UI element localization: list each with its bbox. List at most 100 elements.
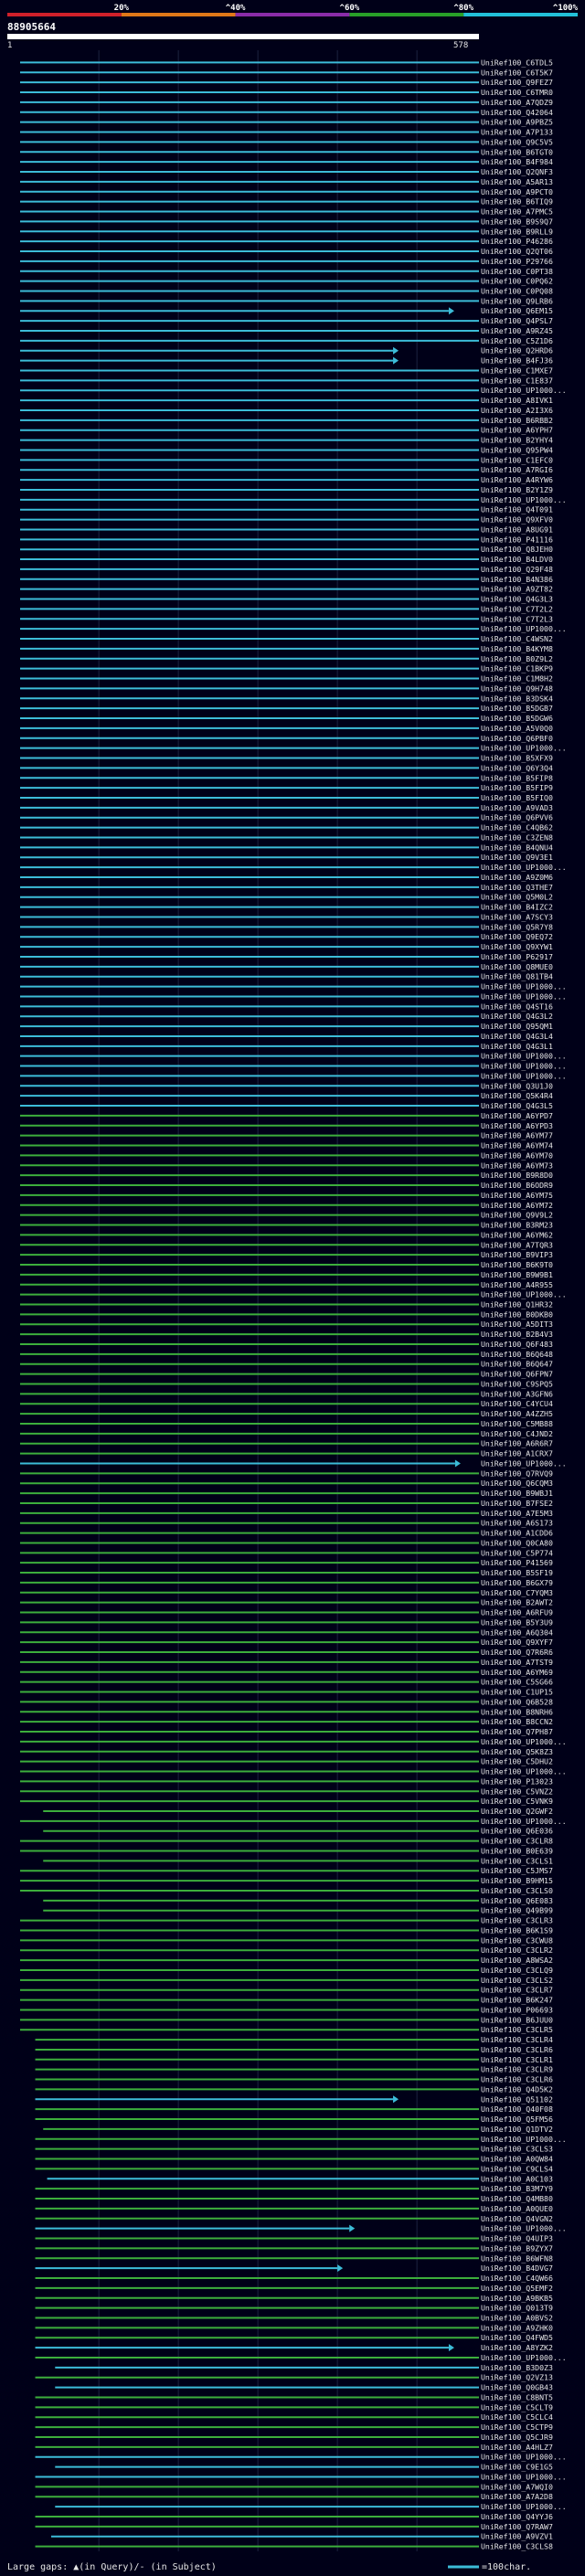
- hit-label[interactable]: UniRef100_C1E837: [481, 376, 553, 385]
- hit-label[interactable]: UniRef100_B0DKB0: [481, 1309, 553, 1319]
- hit-label[interactable]: UniRef100_Q5R7Y8: [481, 922, 553, 931]
- hit-label[interactable]: UniRef100_C7YQM3: [481, 1588, 553, 1597]
- hit-label[interactable]: UniRef100_A9ZT82: [481, 585, 553, 594]
- hit-label[interactable]: UniRef100_A6YM74: [481, 1141, 553, 1150]
- hit-label[interactable]: UniRef100_C1BKP9: [481, 664, 553, 673]
- hit-label[interactable]: UniRef100_A4R955: [481, 1280, 553, 1289]
- hit-label[interactable]: UniRef100_C5SG66: [481, 1678, 553, 1687]
- hit-label[interactable]: UniRef100_C5JMS7: [481, 1866, 553, 1875]
- hit-label[interactable]: UniRef100_C3CLR9: [481, 2065, 553, 2074]
- hit-label[interactable]: UniRef100_A9VAD3: [481, 803, 553, 812]
- hit-label[interactable]: UniRef100_Q9EQ72: [481, 932, 553, 941]
- hit-label[interactable]: UniRef100_C4JND2: [481, 1429, 553, 1438]
- hit-label[interactable]: UniRef100_B6Q647: [481, 1360, 553, 1369]
- hit-label[interactable]: UniRef100_A6YM72: [481, 1201, 553, 1210]
- hit-label[interactable]: UniRef100_P62917: [481, 952, 553, 961]
- hit-label[interactable]: UniRef100_C5DHU2: [481, 1757, 553, 1766]
- hit-label[interactable]: UniRef100_A4RYW6: [481, 475, 553, 484]
- hit-label[interactable]: UniRef100_B6WFN8: [481, 2253, 553, 2263]
- hit-label[interactable]: UniRef100_P06693: [481, 2005, 553, 2014]
- hit-label[interactable]: UniRef100_A2I3X6: [481, 406, 553, 415]
- hit-label[interactable]: UniRef100_Q2HRD6: [481, 346, 553, 355]
- hit-label[interactable]: UniRef100_C1UP15: [481, 1688, 553, 1697]
- hit-label[interactable]: UniRef100_Q5K4R4: [481, 1091, 553, 1100]
- hit-label[interactable]: UniRef100_P46286: [481, 237, 553, 246]
- hit-label[interactable]: UniRef100_Q8JEH0: [481, 545, 553, 554]
- hit-label[interactable]: UniRef100_B6GX79: [481, 1578, 553, 1587]
- hit-label[interactable]: UniRef100_B0E639: [481, 1846, 553, 1855]
- hit-label[interactable]: UniRef100_Q4T091: [481, 505, 553, 514]
- hit-label[interactable]: UniRef100_Q6E036: [481, 1827, 553, 1836]
- hit-label[interactable]: UniRef100_A7SCY3: [481, 912, 553, 921]
- hit-label[interactable]: UniRef100_UP1000...: [481, 2472, 567, 2481]
- hit-label[interactable]: UniRef100_B5FIP9: [481, 783, 553, 792]
- hit-label[interactable]: UniRef100_Q51102: [481, 2094, 553, 2104]
- hit-label[interactable]: UniRef100_UP1000...: [481, 991, 567, 1001]
- hit-label[interactable]: UniRef100_A7WQI0: [481, 2482, 553, 2491]
- hit-label[interactable]: UniRef100_Q9H748: [481, 684, 553, 693]
- hit-label[interactable]: UniRef100_A1CRX7: [481, 1449, 553, 1458]
- hit-label[interactable]: UniRef100_Q95PW4: [481, 445, 553, 454]
- hit-label[interactable]: UniRef100_B6K1S9: [481, 1925, 553, 1935]
- hit-label[interactable]: UniRef100_A7P133: [481, 128, 553, 137]
- hit-label[interactable]: UniRef100_A7QDZ9: [481, 98, 553, 107]
- hit-label[interactable]: UniRef100_B2Y1Z9: [481, 485, 553, 494]
- hit-label[interactable]: UniRef100_B6TGT0: [481, 147, 553, 156]
- hit-label[interactable]: UniRef100_P41116: [481, 535, 553, 544]
- hit-label[interactable]: UniRef100_Q4ST16: [481, 1002, 553, 1011]
- hit-label[interactable]: UniRef100_Q9FEZ7: [481, 78, 553, 87]
- hit-label[interactable]: UniRef100_UP1000...: [481, 1737, 567, 1746]
- hit-label[interactable]: UniRef100_A6Q304: [481, 1627, 553, 1637]
- hit-label[interactable]: UniRef100_C3CLR6: [481, 2045, 553, 2054]
- hit-label[interactable]: UniRef100_UP1000...: [481, 744, 567, 753]
- hit-label[interactable]: UniRef100_B6RBB2: [481, 416, 553, 425]
- hit-label[interactable]: UniRef100_C6T5K7: [481, 68, 553, 77]
- hit-label[interactable]: UniRef100_B9S9Q7: [481, 217, 553, 226]
- hit-label[interactable]: UniRef100_C0PT38: [481, 267, 553, 276]
- hit-label[interactable]: UniRef100_B3M7Y9: [481, 2184, 553, 2193]
- hit-label[interactable]: UniRef100_Q49B99: [481, 1906, 553, 1915]
- hit-label[interactable]: UniRef100_Q3THE7: [481, 883, 553, 892]
- hit-label[interactable]: UniRef100_B9VIP3: [481, 1250, 553, 1259]
- hit-label[interactable]: UniRef100_A8IVK1: [481, 396, 553, 405]
- hit-label[interactable]: UniRef100_C9E1G5: [481, 2463, 553, 2472]
- hit-label[interactable]: UniRef100_C5Z1D6: [481, 336, 553, 345]
- hit-label[interactable]: UniRef100_Q29F48: [481, 565, 553, 574]
- hit-label[interactable]: UniRef100_B4QNU4: [481, 843, 553, 852]
- hit-label[interactable]: UniRef100_A6YM69: [481, 1668, 553, 1677]
- hit-label[interactable]: UniRef100_A8YZK2: [481, 2343, 553, 2352]
- hit-label[interactable]: UniRef100_C9SPQ5: [481, 1379, 553, 1388]
- hit-label[interactable]: UniRef100_Q8MUE0: [481, 962, 553, 971]
- hit-label[interactable]: UniRef100_Q5CJR9: [481, 2433, 553, 2442]
- hit-label[interactable]: UniRef100_Q4FWD5: [481, 2333, 553, 2342]
- hit-label[interactable]: UniRef100_B5Y3U9: [481, 1617, 553, 1627]
- hit-label[interactable]: UniRef100_A3GFN6: [481, 1389, 553, 1398]
- hit-label[interactable]: UniRef100_C0PQ62: [481, 277, 553, 286]
- hit-label[interactable]: UniRef100_A9PCT0: [481, 187, 553, 196]
- hit-label[interactable]: UniRef100_Q1DTV2: [481, 2125, 553, 2134]
- hit-label[interactable]: UniRef100_UP1000...: [481, 1290, 567, 1299]
- hit-label[interactable]: UniRef100_C3ZEN8: [481, 832, 553, 842]
- hit-label[interactable]: UniRef100_B2AWT2: [481, 1598, 553, 1607]
- hit-label[interactable]: UniRef100_A7A2D8: [481, 2492, 553, 2501]
- hit-label[interactable]: UniRef100_UP1000...: [481, 982, 567, 991]
- hit-label[interactable]: UniRef100_A0QW84: [481, 2155, 553, 2164]
- hit-label[interactable]: UniRef100_C4YCU4: [481, 1399, 553, 1408]
- hit-label[interactable]: UniRef100_C0PQ08: [481, 287, 553, 296]
- hit-label[interactable]: UniRef100_Q4VGN2: [481, 2214, 553, 2223]
- hit-label[interactable]: UniRef100_Q6B528: [481, 1697, 553, 1706]
- hit-label[interactable]: UniRef100_C7T2L2: [481, 604, 553, 613]
- hit-label[interactable]: UniRef100_A7E5M3: [481, 1509, 553, 1518]
- hit-label[interactable]: UniRef100_Q4YYJ6: [481, 2512, 553, 2521]
- hit-label[interactable]: UniRef100_C1M8H2: [481, 674, 553, 684]
- hit-label[interactable]: UniRef100_B6TIQ9: [481, 197, 553, 207]
- hit-label[interactable]: UniRef100_A9VZV1: [481, 2532, 553, 2541]
- hit-label[interactable]: UniRef100_Q4G3L1: [481, 1042, 553, 1051]
- hit-label[interactable]: UniRef100_Q4G3L5: [481, 1101, 553, 1110]
- hit-label[interactable]: UniRef100_B9HM15: [481, 1876, 553, 1885]
- hit-label[interactable]: UniRef100_A8WSA2: [481, 1956, 553, 1965]
- hit-label[interactable]: UniRef100_B6ODR9: [481, 1181, 553, 1190]
- hit-label[interactable]: UniRef100_Q4G3L4: [481, 1032, 553, 1041]
- hit-label[interactable]: UniRef100_A7RGI6: [481, 465, 553, 474]
- hit-label[interactable]: UniRef100_C3CLS1: [481, 1856, 553, 1865]
